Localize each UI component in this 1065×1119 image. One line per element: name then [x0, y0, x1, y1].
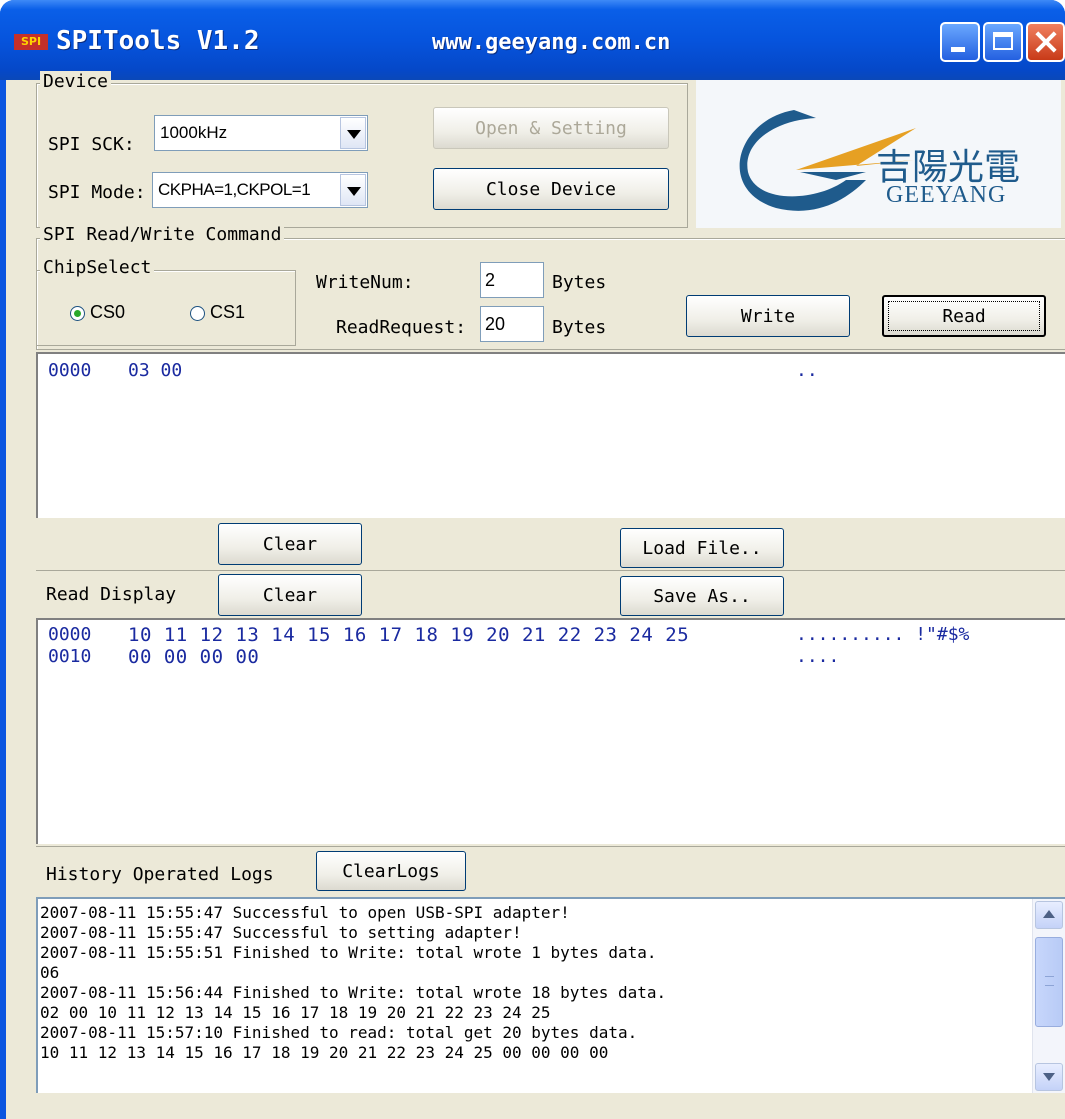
client-area: Device SPI SCK: 1000kHz SPI Mode: CKPHA=…	[6, 71, 1065, 1119]
open-setting-button[interactable]: Open & Setting	[433, 107, 669, 149]
log-line: 2007-08-11 15:55:47 Successful to settin…	[40, 923, 522, 942]
app-icon: SPI	[14, 34, 48, 50]
write-row-ascii: ..	[796, 360, 818, 381]
write-data-pane[interactable]: 0000 03 00 ..	[36, 352, 1065, 518]
read-row-addr: 0010	[48, 646, 92, 667]
scroll-down-icon[interactable]	[1035, 1063, 1063, 1091]
chevron-down-icon[interactable]	[340, 174, 366, 206]
read-row-ascii: .......... !"#$%	[796, 624, 970, 645]
read-bytes-label: Bytes	[552, 317, 607, 338]
logo-english: GEEYANG	[886, 182, 1007, 208]
cs1-radio[interactable]	[190, 306, 205, 321]
write-row-addr: 0000	[48, 360, 92, 381]
log-line: 2007-08-11 15:56:44 Finished to Write: t…	[40, 983, 667, 1002]
mode-select[interactable]: CKPHA=1,CKPOL=1	[152, 172, 368, 208]
title-bar[interactable]: SPI SPITools V1.2 www.geeyang.com.cn	[0, 0, 1065, 80]
cs1-label: CS1	[210, 302, 246, 322]
mode-label: SPI Mode:	[48, 182, 146, 203]
sck-value: 1000kHz	[160, 123, 228, 142]
divider	[36, 846, 1065, 847]
app-window: SPI SPITools V1.2 www.geeyang.com.cn Dev…	[0, 0, 1065, 1119]
cs0-label: CS0	[90, 302, 126, 322]
window-title: SPITools V1.2	[56, 26, 260, 56]
maximize-button[interactable]	[983, 22, 1023, 62]
window-url: www.geeyang.com.cn	[432, 30, 671, 55]
mode-value: CKPHA=1,CKPOL=1	[158, 180, 311, 199]
logs-scrollbar[interactable]	[1032, 899, 1065, 1093]
read-data-pane[interactable]: 0000 10 11 12 13 14 15 16 17 18 19 20 21…	[36, 618, 1065, 844]
scroll-thumb[interactable]	[1035, 937, 1063, 1027]
log-line: 2007-08-11 15:55:47 Successful to open U…	[40, 903, 570, 922]
write-bytes-label: Bytes	[552, 272, 607, 293]
sck-select[interactable]: 1000kHz	[154, 115, 368, 151]
write-num-label: WriteNum:	[316, 272, 414, 293]
log-line: 10 11 12 13 14 15 16 17 18 19 20 21 22 2…	[40, 1043, 609, 1062]
read-row-hex: 10 11 12 13 14 15 16 17 18 19 20 21 22 2…	[128, 624, 690, 646]
read-request-label: ReadRequest:	[336, 317, 467, 338]
write-num-input[interactable]: 2	[480, 262, 544, 298]
read-request-input[interactable]: 20	[480, 306, 544, 342]
minimize-button[interactable]	[940, 22, 980, 62]
divider	[36, 570, 1065, 571]
sck-label: SPI SCK:	[48, 134, 135, 155]
log-line: 2007-08-11 15:55:51 Finished to Write: t…	[40, 943, 657, 962]
chevron-down-icon[interactable]	[340, 117, 366, 149]
log-line: 2007-08-11 15:57:10 Finished to read: to…	[40, 1023, 638, 1042]
log-line: 02 00 10 11 12 13 14 15 16 17 18 19 20 2…	[40, 1003, 551, 1022]
save-as-button[interactable]: Save As..	[620, 576, 784, 616]
read-row-ascii: ....	[796, 646, 840, 667]
write-button[interactable]: Write	[686, 295, 850, 337]
command-group-label: SPI Read/Write Command	[40, 224, 285, 245]
write-row-hex: 03 00	[128, 360, 183, 381]
close-device-button[interactable]: Close Device	[433, 168, 669, 210]
load-file-button[interactable]: Load File..	[620, 528, 784, 568]
logs-label: History Operated Logs	[46, 864, 274, 885]
write-clear-button[interactable]: Clear	[218, 523, 362, 565]
read-row-hex: 00 00 00 00	[128, 646, 260, 668]
read-display-label: Read Display	[46, 584, 177, 605]
read-button[interactable]: Read	[882, 295, 1046, 337]
chipselect-label: ChipSelect	[40, 257, 155, 278]
scroll-up-icon[interactable]	[1035, 901, 1063, 929]
log-line: 06	[40, 963, 60, 982]
close-window-button[interactable]	[1026, 22, 1065, 62]
clear-logs-button[interactable]: ClearLogs	[316, 851, 466, 891]
read-clear-button[interactable]: Clear	[218, 574, 362, 616]
cs0-radio[interactable]	[70, 306, 85, 321]
logs-pane[interactable]: 2007-08-11 15:55:47 Successful to open U…	[36, 897, 1065, 1093]
read-row-addr: 0000	[48, 624, 92, 645]
device-group-label: Device	[40, 71, 112, 92]
logo-panel: 吉陽光電 GEEYANG	[696, 80, 1061, 228]
